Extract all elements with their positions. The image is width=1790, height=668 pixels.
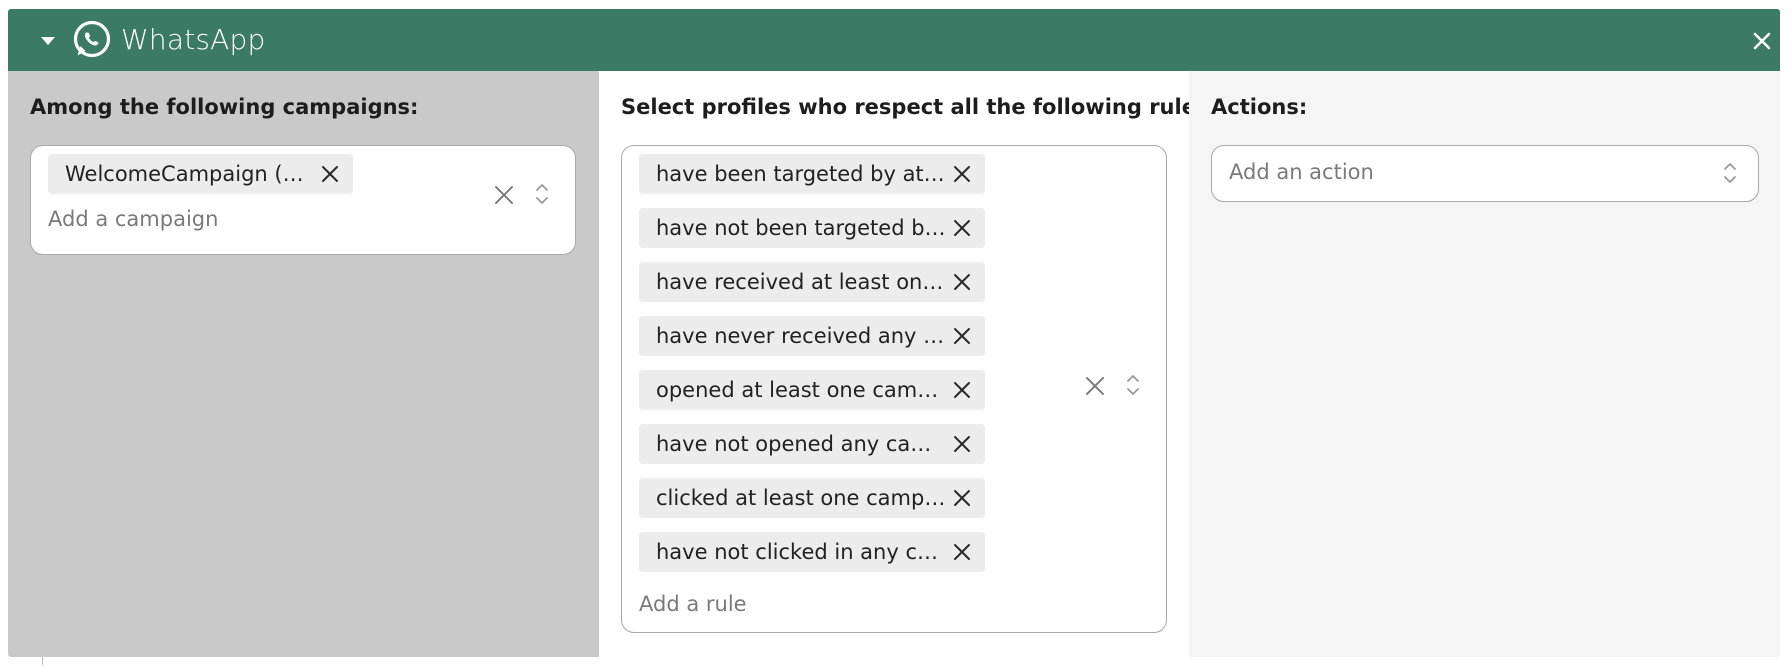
clear-rules-icon[interactable] xyxy=(1084,375,1106,397)
rule-chip-label: clicked at least one campa... xyxy=(656,486,946,510)
caret-down-icon[interactable] xyxy=(41,37,55,45)
rules-title: Select profiles who respect all the foll… xyxy=(621,95,1217,119)
campaign-chip-label: WelcomeCampaign (2025... xyxy=(65,162,315,186)
campaigns-column: Among the following campaigns: WelcomeCa… xyxy=(8,71,599,657)
rule-chip-label: opened at least one camp... xyxy=(656,378,946,402)
action-input-placeholder[interactable]: Add an action xyxy=(1229,160,1374,184)
rule-chip-label: have not clicked in any ca... xyxy=(656,540,946,564)
remove-chip-icon[interactable] xyxy=(953,435,971,453)
remove-chip-icon[interactable] xyxy=(321,165,339,183)
remove-chip-icon[interactable] xyxy=(953,543,971,561)
chevron-updown-icon[interactable] xyxy=(534,181,550,207)
remove-chip-icon[interactable] xyxy=(953,327,971,345)
campaigns-title: Among the following campaigns: xyxy=(30,95,419,119)
app-title: WhatsApp xyxy=(121,23,266,56)
remove-chip-icon[interactable] xyxy=(953,273,971,291)
rule-chip: clicked at least one campa... xyxy=(639,478,985,518)
actions-column: Actions: Add an action xyxy=(1189,71,1780,657)
rule-chip: have been targeted by at l... xyxy=(639,154,985,194)
remove-chip-icon[interactable] xyxy=(953,489,971,507)
rule-chip-label: have been targeted by at l... xyxy=(656,162,946,186)
actions-title: Actions: xyxy=(1211,95,1308,119)
rule-chip: have not been targeted by... xyxy=(639,208,985,248)
whatsapp-panel: WhatsApp Among the following campaigns: … xyxy=(8,9,1780,657)
rule-chip-label: have never received any c... xyxy=(656,324,946,348)
columns: Among the following campaigns: WelcomeCa… xyxy=(8,71,1780,657)
whatsapp-logo-icon xyxy=(73,20,111,58)
remove-chip-icon[interactable] xyxy=(953,381,971,399)
rule-chip-label: have received at least one ... xyxy=(656,270,946,294)
chevron-updown-icon[interactable] xyxy=(1722,160,1738,186)
close-icon[interactable] xyxy=(1752,31,1772,51)
rules-select[interactable]: have been targeted by at l... have not b… xyxy=(621,145,1167,633)
remove-chip-icon[interactable] xyxy=(953,165,971,183)
rule-chip: have not clicked in any ca... xyxy=(639,532,985,572)
rule-chip-label: have not opened any cam... xyxy=(656,432,946,456)
rules-column: Select profiles who respect all the foll… xyxy=(599,71,1217,657)
clear-campaigns-icon[interactable] xyxy=(493,184,515,206)
rule-chip: have not opened any cam... xyxy=(639,424,985,464)
rule-chip: have received at least one ... xyxy=(639,262,985,302)
divider xyxy=(42,657,43,665)
campaign-chip: WelcomeCampaign (2025... xyxy=(48,154,353,194)
rule-chip-label: have not been targeted by... xyxy=(656,216,946,240)
campaign-select[interactable]: WelcomeCampaign (2025... Add a campaign xyxy=(30,145,576,255)
campaign-input-placeholder[interactable]: Add a campaign xyxy=(48,207,218,231)
action-select[interactable]: Add an action xyxy=(1211,145,1759,202)
remove-chip-icon[interactable] xyxy=(953,219,971,237)
rule-chip: have never received any c... xyxy=(639,316,985,356)
rule-input-placeholder[interactable]: Add a rule xyxy=(639,592,747,616)
panel-header: WhatsApp xyxy=(8,9,1780,71)
chevron-updown-icon[interactable] xyxy=(1125,372,1141,398)
rule-chip: opened at least one camp... xyxy=(639,370,985,410)
